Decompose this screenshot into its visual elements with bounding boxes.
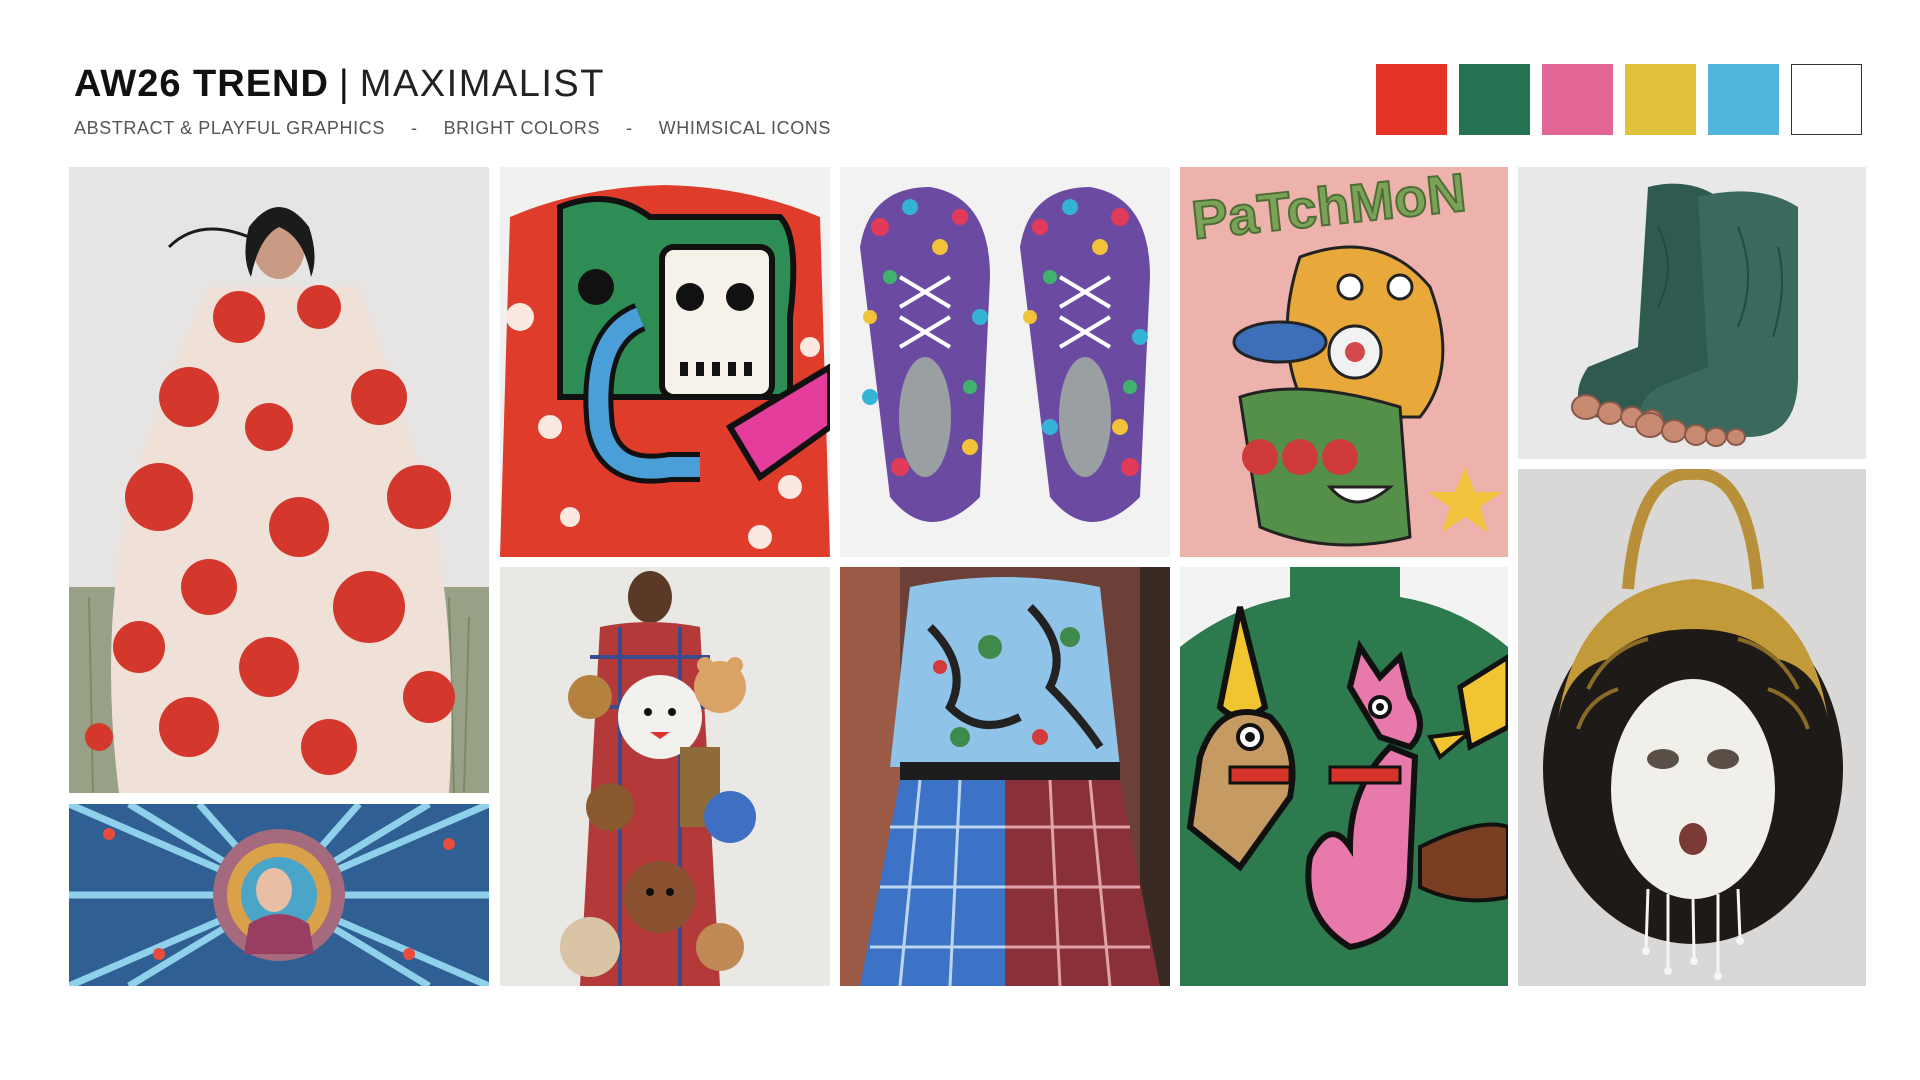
keyword: WHIMSICAL ICONS <box>658 118 832 138</box>
swatch-red <box>1376 64 1447 135</box>
bird-sweater-photo <box>1180 567 1508 986</box>
keyword: ABSTRACT & PLAYFUL GRAPHICS <box>74 118 385 138</box>
title-separator: | <box>338 63 350 105</box>
swatch-blue <box>1708 64 1779 135</box>
swatch-pink <box>1542 64 1613 135</box>
page-title: AW26 TREND | MAXIMALIST <box>74 60 605 108</box>
title-theme: MAXIMALIST <box>359 63 605 105</box>
furry-toe-boots-photo <box>1518 167 1866 459</box>
plush-toys-photo <box>500 567 830 986</box>
printed-runway-look-photo <box>840 567 1170 986</box>
title-trend: AW26 TREND <box>74 63 329 105</box>
keyword: BRIGHT COLORS <box>443 118 601 138</box>
jeweled-sneakers-photo <box>840 167 1170 557</box>
keyword-separator: - <box>626 118 633 138</box>
keyword-separator: - <box>410 118 418 138</box>
swatch-white <box>1791 64 1862 135</box>
swatch-green <box>1459 64 1530 135</box>
trend-keywords: ABSTRACT & PLAYFUL GRAPHICS - BRIGHT COLOR… <box>74 118 831 139</box>
patchmon-artwork-photo: PaTchMoN <box>1180 167 1508 557</box>
floral-gown-photo <box>69 167 489 793</box>
swatch-yellow <box>1625 64 1696 135</box>
patchwork-collage-photo <box>69 804 489 986</box>
beaded-face-bag-photo <box>1518 469 1866 986</box>
cartoon-sweater-photo <box>500 167 830 557</box>
color-palette <box>1376 64 1862 135</box>
